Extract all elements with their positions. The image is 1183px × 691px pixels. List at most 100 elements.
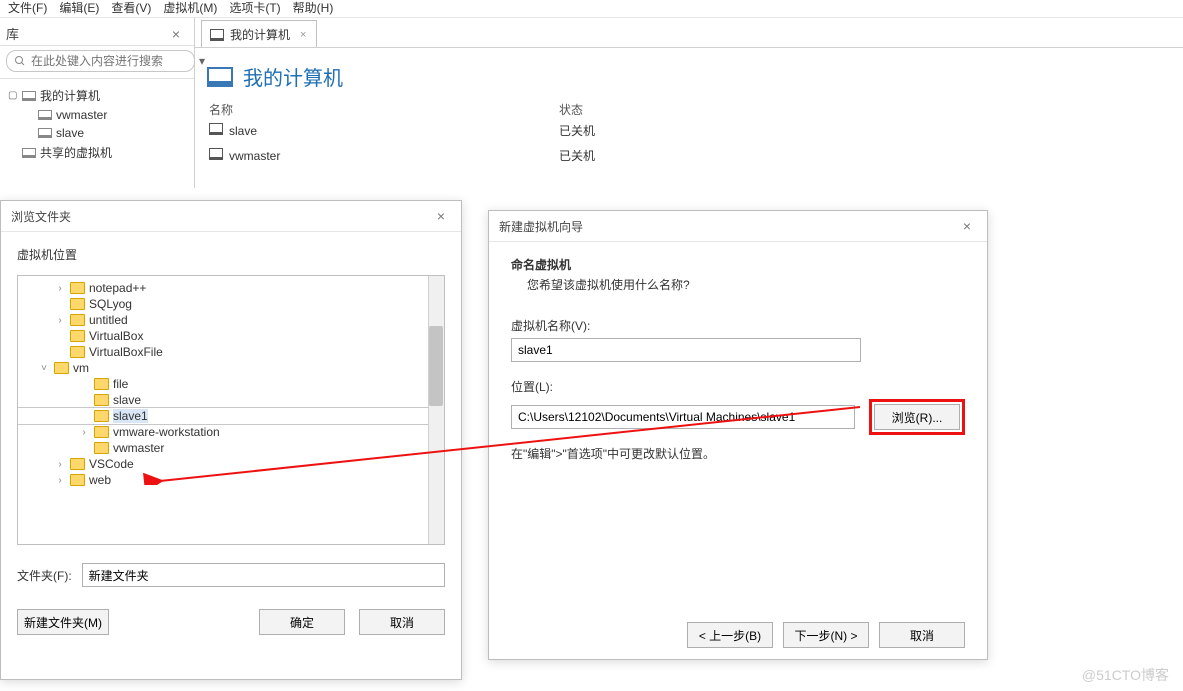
menu-file[interactable]: 文件(F) (8, 0, 47, 16)
new-vm-wizard-dialog: 新建虚拟机向导 × 命名虚拟机 您希望该虚拟机使用什么名称? 虚拟机名称(V):… (488, 210, 988, 660)
tab-strip: 我的计算机 × (195, 18, 1183, 48)
folder-label: slave1 (113, 409, 148, 423)
wizard-note: 在"编辑">"首选项"中可更改默认位置。 (511, 445, 965, 462)
folder-row-sqlyog[interactable]: SQLyog (18, 296, 444, 312)
vm-name-input[interactable] (511, 338, 861, 362)
expand-icon[interactable]: › (54, 283, 66, 294)
tab-label: 我的计算机 (230, 26, 290, 43)
location-label: 位置(L): (511, 378, 965, 395)
vm-table-header: 名称 状态 (195, 101, 1183, 118)
vm-icon (209, 123, 223, 135)
menu-vm[interactable]: 虚拟机(M) (163, 0, 217, 16)
computer-icon (22, 91, 36, 101)
folder-row-vmware-workstation[interactable]: › vmware-workstation (18, 424, 444, 440)
vm-row-vwmaster[interactable]: vwmaster 已关机 (195, 143, 1183, 168)
folder-icon (70, 282, 85, 294)
chevron-down-icon[interactable]: ▾ (199, 52, 205, 70)
wizard-subheading: 您希望该虚拟机使用什么名称? (527, 276, 965, 293)
folder-row-web[interactable]: › web (18, 472, 444, 488)
vm-row-slave[interactable]: slave 已关机 (195, 118, 1183, 143)
expand-icon[interactable]: › (54, 315, 66, 326)
folder-label: VirtualBoxFile (89, 345, 163, 359)
folder-row-vm[interactable]: ˅vm (18, 360, 444, 376)
watermark: @51CTO博客 (1082, 665, 1169, 685)
menubar: 文件(F) 编辑(E) 查看(V) 虚拟机(M) 选项卡(T) 帮助(H) (0, 0, 1183, 18)
dialog-title: 浏览文件夹 (11, 208, 71, 225)
back-button[interactable]: < 上一步(B) (687, 622, 773, 648)
folder-row-virtualboxfile[interactable]: VirtualBoxFile (18, 344, 444, 360)
folder-row-virtualbox[interactable]: VirtualBox (18, 328, 444, 344)
menu-edit[interactable]: 编辑(E) (59, 0, 99, 16)
folder-field-label: 文件夹(F): (17, 567, 72, 584)
folder-label: vmware-workstation (113, 425, 220, 439)
ok-button[interactable]: 确定 (259, 609, 345, 635)
col-header-name[interactable]: 名称 (209, 101, 559, 118)
expand-icon[interactable]: › (54, 475, 66, 486)
tab-my-computer[interactable]: 我的计算机 × (201, 20, 317, 47)
tree-node-my-computer[interactable]: ▢ 我的计算机 (4, 85, 190, 106)
vm-state: 已关机 (559, 147, 759, 164)
main-panel: 我的计算机 × 我的计算机 名称 状态 slave 已关机 vwmaster 已… (195, 18, 1183, 188)
folder-label: web (89, 473, 111, 487)
folder-icon (70, 330, 85, 342)
folder-name-input[interactable] (82, 563, 445, 587)
menu-view[interactable]: 查看(V) (111, 0, 151, 16)
folder-label: file (113, 377, 128, 391)
page-title: 我的计算机 (243, 62, 343, 91)
menu-help[interactable]: 帮助(H) (293, 0, 334, 16)
tree-node-vwmaster[interactable]: vwmaster (4, 106, 190, 124)
dialog-close-button[interactable]: × (431, 207, 451, 225)
menu-tabs[interactable]: 选项卡(T) (229, 0, 280, 16)
folder-icon (70, 474, 85, 486)
folder-row-slave1[interactable]: slave1 (18, 408, 444, 424)
tree-label: slave (56, 126, 84, 140)
tab-close-icon[interactable]: × (300, 29, 306, 41)
folder-label: notepad++ (89, 281, 146, 295)
tree-node-slave[interactable]: slave (4, 124, 190, 142)
folder-icon (94, 394, 109, 406)
tree-label: 我的计算机 (40, 87, 100, 104)
folder-label: slave (113, 393, 141, 407)
wizard-close-button[interactable]: × (957, 217, 977, 235)
library-close-button[interactable]: × (166, 25, 186, 43)
library-search-input[interactable] (6, 50, 195, 72)
folder-label: untitled (89, 313, 128, 327)
expand-icon[interactable]: ˅ (38, 363, 50, 374)
folder-row-vscode[interactable]: ›VSCode (18, 456, 444, 472)
cancel-button[interactable]: 取消 (359, 609, 445, 635)
library-title: 库 (6, 24, 19, 43)
folder-icon (94, 378, 109, 390)
vm-icon (38, 110, 52, 120)
folder-icon (70, 298, 85, 310)
expand-icon[interactable]: › (54, 459, 66, 470)
folder-row-untitled[interactable]: › untitled (18, 312, 444, 328)
wizard-heading: 命名虚拟机 (511, 256, 965, 273)
col-header-state[interactable]: 状态 (559, 101, 759, 118)
scrollbar-thumb[interactable] (429, 326, 443, 406)
browse-button-highlight: 浏览(R)... (869, 399, 965, 435)
folder-icon (70, 314, 85, 326)
folder-label: vwmaster (113, 441, 164, 455)
browse-folder-dialog: 浏览文件夹 × 虚拟机位置 ›notepad++SQLyog›untitledV… (0, 200, 462, 680)
vm-name: vwmaster (229, 149, 280, 163)
vm-icon (209, 148, 223, 160)
folder-row-vwmaster[interactable]: vwmaster (18, 440, 444, 456)
folder-label: SQLyog (89, 297, 132, 311)
new-folder-button[interactable]: 新建文件夹(M) (17, 609, 109, 635)
location-input[interactable] (511, 405, 855, 429)
tree-node-shared[interactable]: 共享的虚拟机 (4, 142, 190, 163)
scrollbar[interactable] (428, 276, 444, 544)
tree-label: vwmaster (56, 108, 107, 122)
folder-tree: › notepad++ SQLyog › untitled VirtualBox Virtu… (17, 275, 445, 545)
library-pane: 库 × ▾ ▢ 我的计算机 vwmaster slave (0, 18, 195, 188)
folder-icon (54, 362, 69, 374)
folder-icon (94, 410, 109, 422)
folder-row-file[interactable]: file (18, 376, 444, 392)
folder-row-notepad++[interactable]: › notepad++ (18, 280, 444, 296)
browse-button[interactable]: 浏览(R)... (874, 404, 960, 430)
folder-label: VirtualBox (89, 329, 143, 343)
cancel-button[interactable]: 取消 (879, 622, 965, 648)
expand-icon[interactable]: › (78, 427, 90, 438)
next-button[interactable]: 下一步(N) > (783, 622, 869, 648)
folder-row-slave[interactable]: slave (18, 392, 444, 408)
